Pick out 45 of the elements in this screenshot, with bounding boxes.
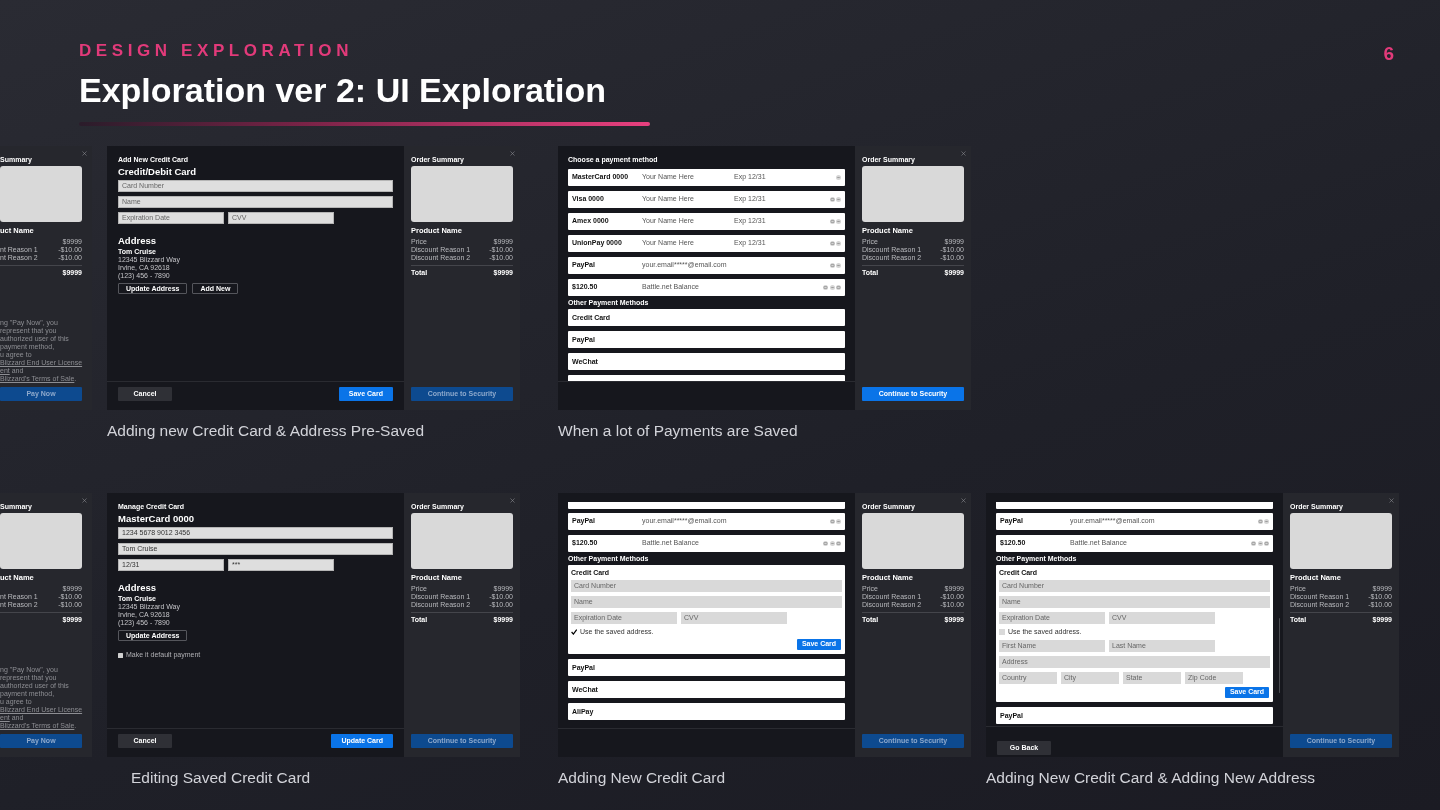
close-icon[interactable] [960,150,967,157]
scrollbar[interactable] [1278,618,1280,693]
form-title: Credit/Debit Card [118,166,198,177]
close-icon[interactable] [509,497,516,504]
minus-icon[interactable] [1264,519,1269,524]
card-icon[interactable] [829,519,835,524]
page-number: 6 [1383,43,1394,64]
card-icon[interactable] [829,197,835,202]
card-icon[interactable] [1257,519,1263,524]
minus-icon[interactable] [836,175,841,180]
form-title: MasterCard 0000 [118,513,196,524]
card-icon[interactable] [836,541,841,546]
card-icon[interactable] [836,285,841,290]
minus-icon[interactable] [1257,541,1263,546]
checkbox[interactable] [118,652,123,658]
minus-icon[interactable] [836,197,841,202]
checkmark-icon[interactable] [571,629,577,635]
close-icon[interactable] [960,497,967,504]
mockup-caption: Editing Saved Credit Card [131,769,311,786]
close-icon[interactable] [1388,497,1395,504]
address-heading: Address [118,235,157,246]
slide-title: Exploration ver 2: UI Exploration [79,70,607,110]
mockup-caption: Adding New Credit Card & Adding New Address [986,769,1316,786]
card-icon[interactable] [1264,541,1269,546]
mockup-caption: When a lot of Payments are Saved [558,422,798,439]
card-icon[interactable] [823,541,828,546]
card-icon[interactable] [1251,541,1256,546]
close-icon[interactable] [81,497,88,504]
minus-icon[interactable] [836,263,841,268]
close-icon[interactable] [81,150,88,157]
card-icon[interactable] [829,241,835,246]
minus-icon[interactable] [829,285,835,290]
minus-icon[interactable] [829,541,835,546]
card-icon[interactable] [823,285,828,290]
minus-icon[interactable] [836,219,841,224]
section-eyebrow: DESIGN EXPLORATION [79,41,354,61]
close-icon[interactable] [509,150,516,157]
address-heading: Address [118,582,157,593]
minus-icon[interactable] [836,241,841,246]
minus-icon[interactable] [836,519,841,524]
mockup-caption: Adding New Credit Card [558,769,726,786]
mockup-caption: Adding new Credit Card & Address Pre-Saved [107,422,425,439]
card-icon[interactable] [829,263,835,268]
card-icon[interactable] [829,219,835,224]
checkbox[interactable] [999,629,1005,635]
